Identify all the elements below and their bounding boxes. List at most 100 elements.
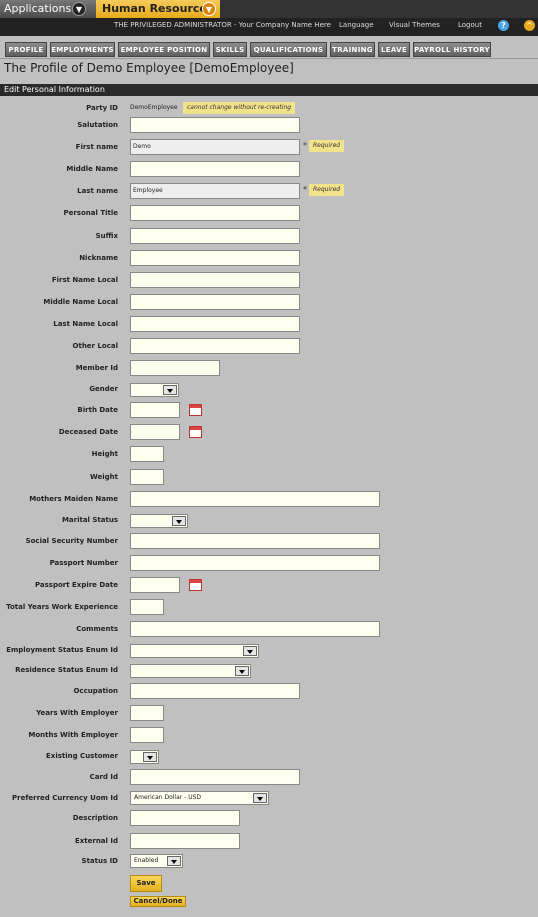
last-name-local-input[interactable] [130, 316, 300, 332]
personal-title-input[interactable] [130, 205, 300, 221]
employment-status-label: Employment Status Enum Id [6, 646, 118, 654]
suffix-label: Suffix [95, 232, 118, 240]
profile-tabs: PROFILE EMPLOYMENTS EMPLOYEE POSITION SK… [0, 36, 538, 59]
user-info: THE PRIVILEGED ADMINISTRATOR - Your Comp… [114, 21, 331, 29]
employment-status-select[interactable] [130, 644, 259, 658]
first-name-local-input[interactable] [130, 272, 300, 288]
chevron-down-icon [163, 385, 177, 395]
tab-payroll-history[interactable]: PAYROLL HISTORY [413, 42, 491, 57]
first-name-required-star: * [303, 141, 307, 150]
status-id-select[interactable]: Enabled [130, 854, 183, 868]
first-name-required-badge: Required [309, 140, 345, 152]
collapse-header-icon[interactable]: ^ [524, 20, 535, 31]
save-button[interactable]: Save [130, 875, 162, 892]
top-app-bar: Applications ▼ Human Resources ▼ [0, 0, 538, 18]
chevron-down-icon [172, 516, 186, 526]
first-name-local-label: First Name Local [51, 276, 118, 284]
marital-status-label: Marital Status [61, 516, 118, 524]
external-id-input[interactable] [130, 833, 240, 849]
calendar-icon[interactable] [189, 426, 202, 438]
calendar-icon[interactable] [189, 404, 202, 416]
chevron-down-icon [253, 793, 267, 803]
gender-select[interactable] [130, 383, 179, 397]
existing-customer-label: Existing Customer [46, 752, 118, 760]
months-with-employer-input[interactable] [130, 727, 164, 743]
gender-label: Gender [89, 385, 118, 393]
card-id-label: Card Id [89, 773, 118, 781]
marital-status-select[interactable] [130, 514, 188, 528]
status-id-value: Enabled [134, 857, 159, 864]
tab-training[interactable]: TRAINING [330, 42, 375, 57]
height-input[interactable] [130, 446, 164, 462]
ssn-label: Social Security Number [25, 537, 118, 545]
total-years-work-experience-input[interactable] [130, 599, 164, 615]
member-id-label: Member Id [75, 364, 118, 372]
tab-qualifications[interactable]: QUALIFICATIONS [250, 42, 327, 57]
ssn-input[interactable] [130, 533, 380, 549]
last-name-input[interactable]: Employee [130, 183, 300, 199]
language-link[interactable]: Language [339, 18, 374, 32]
middle-name-input[interactable] [130, 161, 300, 177]
page-title: The Profile of Demo Employee [DemoEmploy… [4, 61, 294, 75]
passport-expire-date-input[interactable] [130, 577, 180, 593]
app-dropdown-icon[interactable]: ▼ [202, 2, 216, 16]
help-icon[interactable]: ? [498, 20, 509, 31]
chevron-down-icon [143, 752, 157, 762]
years-with-employer-label: Years With Employer [36, 709, 118, 717]
card-id-input[interactable] [130, 769, 300, 785]
last-name-label: Last name [77, 187, 118, 195]
personal-title-label: Personal Title [63, 209, 118, 217]
other-local-label: Other Local [72, 342, 118, 350]
tab-employee-position[interactable]: EMPLOYEE POSITION [118, 42, 210, 57]
external-id-label: External Id [74, 837, 118, 845]
months-with-employer-label: Months With Employer [28, 731, 118, 739]
calendar-icon[interactable] [189, 579, 202, 591]
tab-leave[interactable]: LEAVE [378, 42, 410, 57]
suffix-input[interactable] [130, 228, 300, 244]
last-name-required-star: * [303, 185, 307, 194]
party-id-value: DemoEmployee [130, 104, 178, 111]
deceased-date-label: Deceased Date [58, 428, 118, 436]
tab-skills[interactable]: SKILLS [213, 42, 247, 57]
current-app-label: Human Resources [102, 2, 214, 15]
party-id-label: Party ID [86, 104, 118, 112]
party-id-note: cannot change without re-creating [183, 102, 296, 114]
residence-status-select[interactable] [130, 664, 251, 678]
deceased-date-input[interactable] [130, 424, 180, 440]
applications-label: Applications [4, 2, 72, 15]
tab-profile[interactable]: PROFILE [5, 42, 47, 57]
weight-input[interactable] [130, 469, 164, 485]
description-input[interactable] [130, 810, 240, 826]
total-years-work-experience-label: Total Years Work Experience [6, 603, 118, 611]
nickname-input[interactable] [130, 250, 300, 266]
cancel-done-button[interactable]: Cancel/Done [130, 896, 186, 907]
preferred-currency-select[interactable]: American Dollar - USD [130, 791, 269, 805]
birth-date-label: Birth Date [77, 406, 118, 414]
passport-number-label: Passport Number [49, 559, 118, 567]
years-with-employer-input[interactable] [130, 705, 164, 721]
occupation-label: Occupation [73, 687, 118, 695]
chevron-down-icon [235, 666, 249, 676]
first-name-label: First name [75, 143, 118, 151]
passport-number-input[interactable] [130, 555, 380, 571]
salutation-input[interactable] [130, 117, 300, 133]
salutation-label: Salutation [77, 121, 118, 129]
middle-name-local-input[interactable] [130, 294, 300, 310]
height-label: Height [91, 450, 118, 458]
birth-date-input[interactable] [130, 402, 180, 418]
first-name-input[interactable]: Demo [130, 139, 300, 155]
section-header: Edit Personal Information [0, 84, 538, 96]
comments-input[interactable] [130, 621, 380, 637]
description-label: Description [72, 814, 118, 822]
other-local-input[interactable] [130, 338, 300, 354]
existing-customer-select[interactable] [130, 750, 159, 764]
logout-link[interactable]: Logout [458, 18, 482, 32]
visual-themes-link[interactable]: Visual Themes [389, 18, 440, 32]
user-bar: THE PRIVILEGED ADMINISTRATOR - Your Comp… [0, 18, 538, 36]
mothers-maiden-name-label: Mothers Maiden Name [29, 495, 118, 503]
occupation-input[interactable] [130, 683, 300, 699]
tab-employments[interactable]: EMPLOYMENTS [50, 42, 115, 57]
mothers-maiden-name-input[interactable] [130, 491, 380, 507]
applications-dropdown-icon[interactable]: ▼ [72, 2, 86, 16]
member-id-input[interactable] [130, 360, 220, 376]
